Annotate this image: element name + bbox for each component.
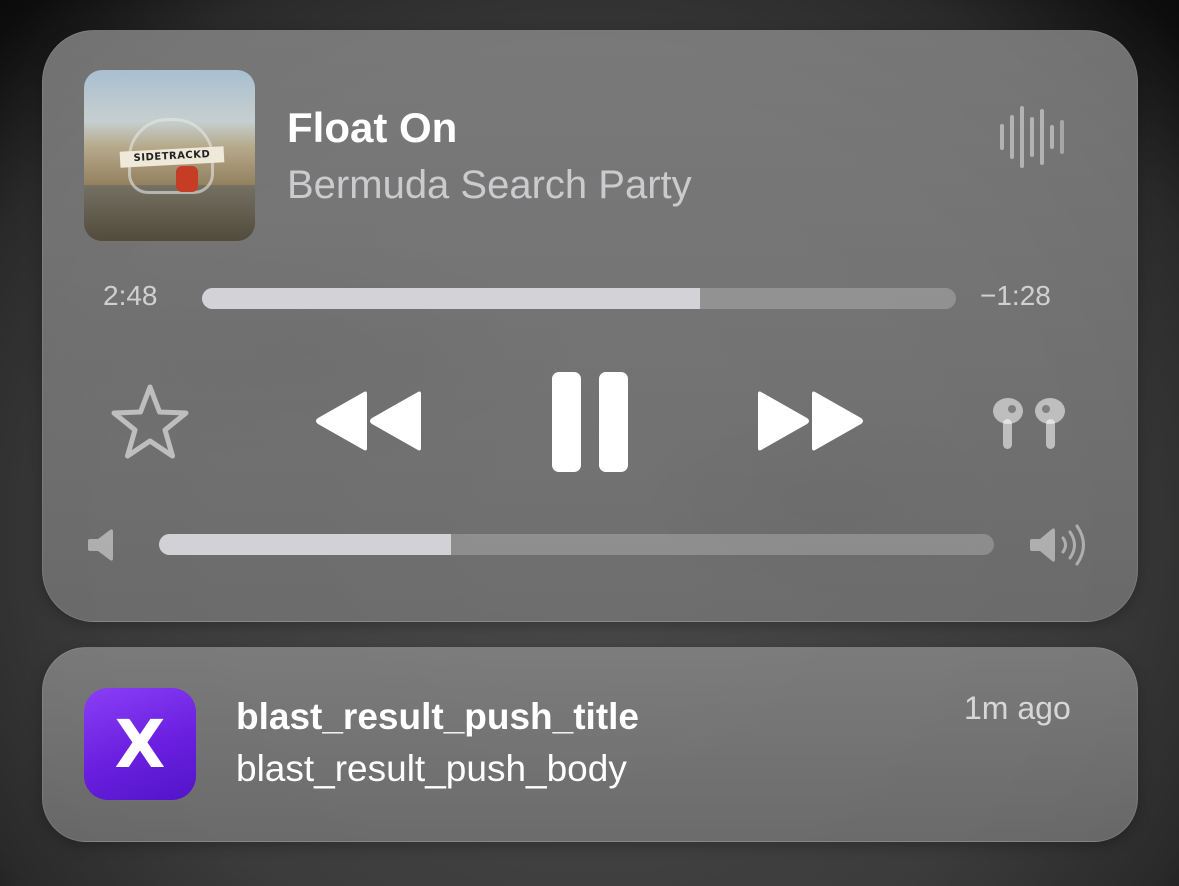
elapsed-time: 2:48: [103, 280, 158, 311]
artist-name: Bermuda Search Party: [287, 163, 692, 207]
airpods-icon[interactable]: [990, 393, 1070, 453]
remaining-time: −1:28: [980, 280, 1051, 311]
notification-card[interactable]: [42, 647, 1138, 842]
volume-slider[interactable]: [159, 534, 994, 555]
star-icon[interactable]: [110, 382, 190, 462]
app-icon-letter: X: [114, 705, 166, 783]
fast-forward-icon[interactable]: [756, 390, 866, 452]
rewind-icon[interactable]: [313, 390, 423, 452]
pause-icon[interactable]: [552, 372, 628, 472]
notification-body: blast_result_push_body: [236, 748, 627, 789]
speaker-high-icon: [1030, 524, 1085, 566]
notification-title: blast_result_push_title: [236, 696, 640, 737]
notification-timestamp: 1m ago: [964, 690, 1071, 726]
waveform-icon: [1000, 105, 1064, 169]
speaker-low-icon: [88, 529, 113, 561]
app-icon: X: [84, 688, 196, 800]
playback-progress-fill: [202, 288, 700, 309]
song-title: Float On: [287, 104, 458, 151]
volume-level-fill: [159, 534, 452, 555]
playback-scrubber[interactable]: [202, 288, 956, 309]
album-artwork[interactable]: SIDETRACKD: [84, 70, 255, 241]
